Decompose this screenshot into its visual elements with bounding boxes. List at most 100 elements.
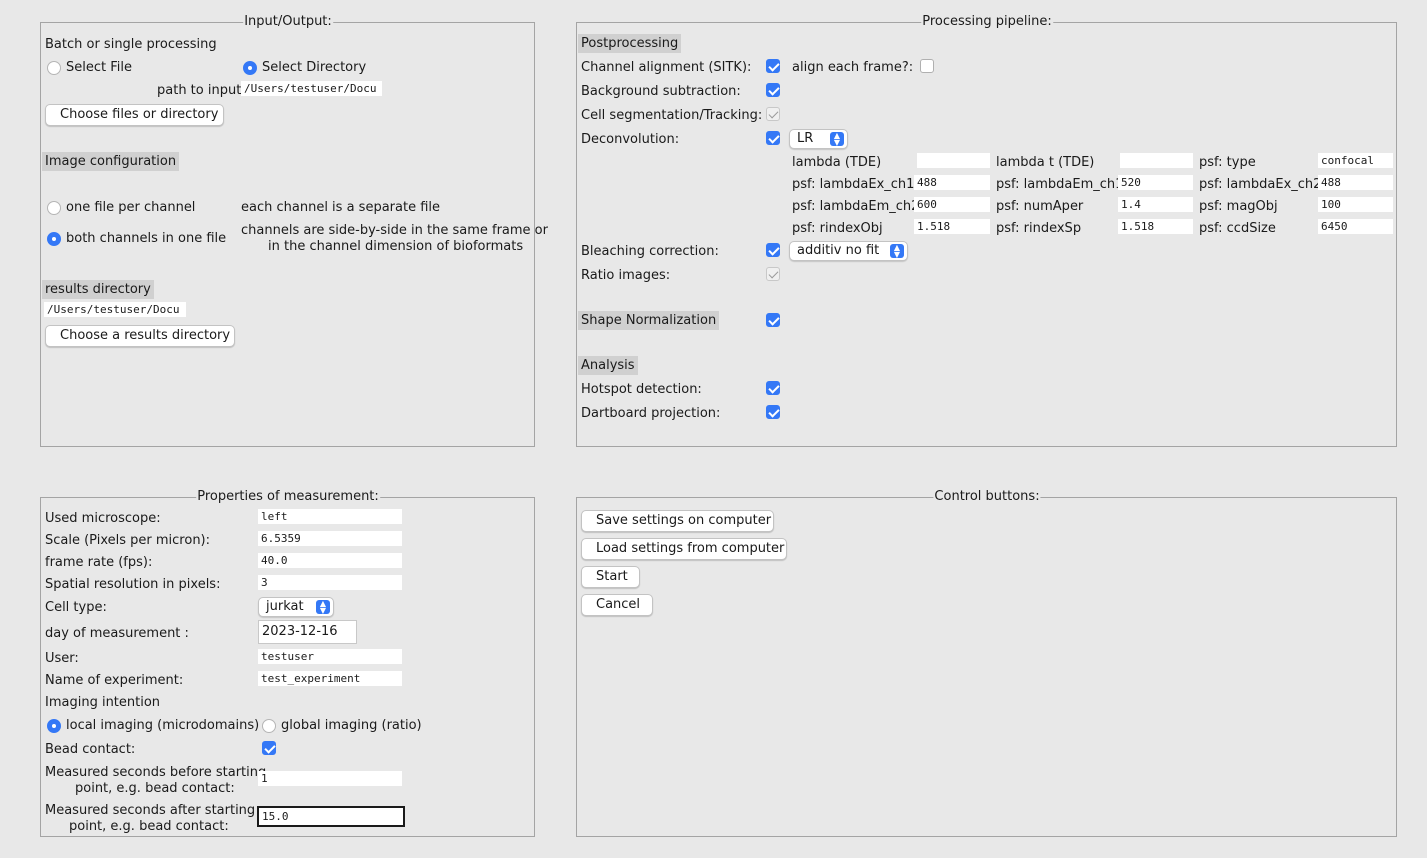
select-file-label[interactable]: Select File: [66, 60, 132, 75]
cell-type-select[interactable]: jurkat ▲ ▼: [258, 597, 334, 617]
postprocessing-header: Postprocessing: [578, 34, 682, 53]
framerate-input[interactable]: 40.0: [258, 553, 402, 568]
cell-segmentation-checkbox: [766, 107, 780, 121]
path-label: path to input: [157, 83, 242, 98]
background-subtraction-checkbox[interactable]: [766, 83, 780, 97]
deconvolution-label: Deconvolution:: [581, 132, 680, 147]
select-file-radio[interactable]: [47, 61, 61, 75]
before-seconds-input[interactable]: 1: [258, 771, 402, 786]
param-input[interactable]: [1120, 153, 1193, 168]
param-label: psf: rindexObj: [792, 221, 883, 236]
both-channels-description-1: channels are side-by-side in the same fr…: [241, 223, 548, 238]
cell-type-label: Cell type:: [45, 600, 107, 615]
select-directory-radio[interactable]: [243, 61, 257, 75]
user-input[interactable]: testuser: [258, 649, 402, 664]
hotspot-detection-checkbox[interactable]: [766, 381, 780, 395]
dartboard-projection-checkbox[interactable]: [766, 405, 780, 419]
load-settings-button[interactable]: Load settings from computer: [581, 538, 787, 560]
results-directory-input[interactable]: /Users/testuser/Docu: [44, 302, 186, 317]
properties-title: Properties of measurement:: [196, 489, 380, 504]
microscope-label: Used microscope:: [45, 511, 161, 526]
day-input[interactable]: 2023-12-16: [258, 620, 357, 644]
param-input[interactable]: 520: [1118, 175, 1193, 190]
param-input[interactable]: 488: [1318, 175, 1393, 190]
align-each-frame-label: align each frame?:: [792, 60, 914, 75]
background-subtraction-label: Background subtraction:: [581, 84, 741, 99]
cell-type-value: jurkat: [266, 599, 304, 614]
param-input[interactable]: confocal: [1318, 153, 1393, 168]
choose-results-button[interactable]: Choose a results directory: [45, 325, 235, 347]
param-input[interactable]: 1.518: [914, 219, 990, 234]
before-label-1: Measured seconds before starting: [45, 765, 267, 780]
save-settings-button[interactable]: Save settings on computer: [581, 510, 774, 532]
global-imaging-radio[interactable]: [262, 719, 276, 733]
one-file-radio[interactable]: [47, 201, 61, 215]
select-arrows-icon: ▲ ▼: [316, 600, 330, 615]
choose-files-button[interactable]: Choose files or directory: [45, 104, 224, 126]
deconvolution-checkbox[interactable]: [766, 131, 780, 145]
param-label: lambda t (TDE): [996, 155, 1095, 170]
one-file-description: each channel is a separate file: [241, 200, 440, 215]
param-label: psf: lambdaEm_ch1: [996, 177, 1124, 192]
align-each-frame-checkbox[interactable]: [920, 59, 934, 73]
param-label: psf: rindexSp: [996, 221, 1082, 236]
hotspot-detection-label: Hotspot detection:: [581, 382, 702, 397]
dartboard-projection-label: Dartboard projection:: [581, 406, 721, 421]
input-output-title: Input/Output:: [243, 14, 333, 29]
local-imaging-radio[interactable]: [47, 719, 61, 733]
param-input[interactable]: 1.518: [1118, 219, 1193, 234]
before-label-2: point, e.g. bead contact:: [75, 781, 235, 796]
after-seconds-input[interactable]: 15.0: [257, 806, 405, 827]
channel-alignment-label: Channel alignment (SITK):: [581, 60, 752, 75]
bead-contact-label: Bead contact:: [45, 742, 136, 757]
channel-alignment-checkbox[interactable]: [766, 59, 780, 73]
both-channels-radio[interactable]: [47, 232, 61, 246]
both-channels-description-2: in the channel dimension of bioformats: [268, 239, 524, 254]
param-input[interactable]: [917, 153, 990, 168]
deconvolution-method-select[interactable]: LR ▲ ▼: [789, 129, 848, 149]
param-label: psf: type: [1199, 155, 1256, 170]
start-button[interactable]: Start: [581, 566, 640, 588]
path-input[interactable]: /Users/testuser/Docu: [241, 81, 382, 96]
results-directory-header: results directory: [42, 280, 154, 299]
bead-contact-checkbox[interactable]: [262, 741, 276, 755]
day-label: day of measurement :: [45, 626, 189, 641]
spatial-resolution-label: Spatial resolution in pixels:: [45, 577, 221, 592]
param-label: psf: magObj: [1199, 199, 1278, 214]
experiment-input[interactable]: test_experiment: [258, 671, 402, 686]
cancel-button[interactable]: Cancel: [581, 594, 653, 616]
batch-label: Batch or single processing: [45, 37, 217, 52]
both-channels-label[interactable]: both channels in one file: [66, 231, 226, 246]
one-file-label[interactable]: one file per channel: [66, 200, 195, 215]
deconvolution-method-value: LR: [797, 131, 814, 146]
param-input[interactable]: 1.4: [1118, 197, 1193, 212]
param-label: psf: lambdaEx_ch1: [792, 177, 915, 192]
processing-pipeline-title: Processing pipeline:: [921, 14, 1053, 29]
param-input[interactable]: 6450: [1318, 219, 1393, 234]
experiment-label: Name of experiment:: [45, 673, 184, 688]
param-input[interactable]: 488: [914, 175, 990, 190]
bleaching-method-value: additiv no fit: [797, 243, 880, 258]
param-label: psf: lambdaEm_ch2: [792, 199, 920, 214]
param-label: psf: ccdSize: [1199, 221, 1276, 236]
cell-segmentation-label: Cell segmentation/Tracking:: [581, 108, 763, 123]
bleaching-correction-checkbox[interactable]: [766, 243, 780, 257]
image-config-header: Image configuration: [42, 152, 180, 171]
user-label: User:: [45, 651, 79, 666]
param-input[interactable]: 600: [914, 197, 990, 212]
shape-normalization-checkbox[interactable]: [766, 313, 780, 327]
spatial-resolution-input[interactable]: 3: [258, 575, 402, 590]
control-buttons-title: Control buttons:: [933, 489, 1041, 504]
select-directory-label[interactable]: Select Directory: [262, 60, 366, 75]
ratio-images-label: Ratio images:: [581, 268, 671, 283]
param-input[interactable]: 100: [1318, 197, 1393, 212]
scale-label: Scale (Pixels per micron):: [45, 533, 211, 548]
global-imaging-label[interactable]: global imaging (ratio): [281, 718, 422, 733]
microscope-input[interactable]: left: [258, 509, 402, 524]
imaging-intention-label: Imaging intention: [45, 695, 161, 710]
local-imaging-label[interactable]: local imaging (microdomains): [66, 718, 259, 733]
bleaching-method-select[interactable]: additiv no fit ▲ ▼: [789, 241, 908, 261]
param-label: psf: lambdaEx_ch2: [1199, 177, 1322, 192]
after-label-1: Measured seconds after starting: [45, 803, 256, 818]
scale-input[interactable]: 6.5359: [258, 531, 402, 546]
